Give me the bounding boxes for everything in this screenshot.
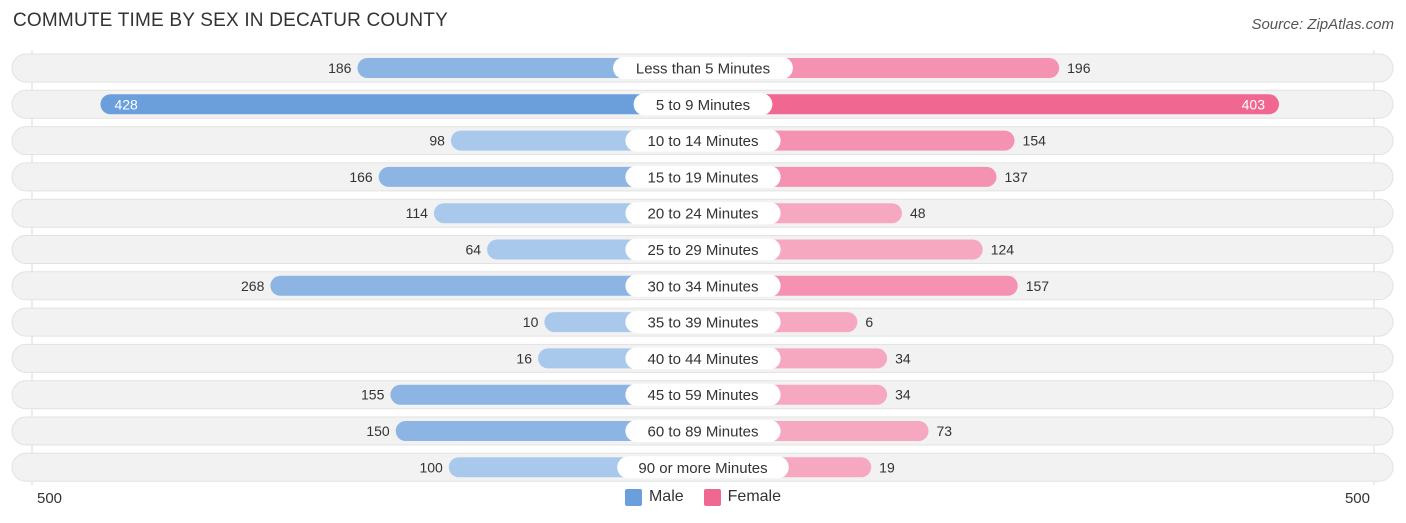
value-label-male: 428: [114, 96, 138, 112]
value-label-female: 48: [910, 205, 926, 221]
value-label-female: 73: [937, 423, 953, 439]
value-label-male: 166: [349, 169, 373, 185]
legend-label-female: Female: [727, 488, 782, 505]
legend-label-male: Male: [648, 488, 684, 505]
value-label-female: 196: [1067, 60, 1091, 76]
value-label-male: 64: [465, 242, 481, 258]
value-label-female: 137: [1004, 169, 1028, 185]
category-label: 90 or more Minutes: [638, 460, 767, 477]
category-label: 35 to 39 Minutes: [648, 315, 759, 332]
value-label-male: 186: [328, 60, 352, 76]
category-label: 20 to 24 Minutes: [648, 206, 759, 223]
value-label-male: 268: [241, 278, 265, 294]
value-label-female: 124: [991, 242, 1015, 258]
value-label-female: 6: [865, 314, 873, 330]
value-label-male: 114: [406, 205, 429, 221]
value-label-female: 157: [1026, 278, 1050, 294]
value-label-female: 34: [895, 350, 911, 366]
value-label-female: 403: [1242, 96, 1266, 112]
category-label: Less than 5 Minutes: [636, 61, 770, 78]
category-label: 25 to 29 Minutes: [648, 242, 759, 259]
value-label-male: 150: [366, 423, 390, 439]
category-label: 15 to 19 Minutes: [648, 169, 759, 186]
legend-item-female[interactable]: Female: [703, 488, 782, 506]
category-label: 5 to 9 Minutes: [656, 97, 750, 114]
legend-item-male[interactable]: Male: [624, 488, 684, 506]
category-label: 30 to 34 Minutes: [648, 278, 759, 295]
chart-svg: 186 196Less than 5 Minutes428 4035 to 9 Mi…: [11, 50, 1394, 485]
value-label-female: 154: [1023, 133, 1047, 149]
value-label-male: 10: [523, 314, 539, 330]
legend-swatch-male: [624, 488, 642, 506]
value-label-male: 100: [419, 459, 443, 475]
category-label: 40 to 44 Minutes: [648, 351, 759, 368]
bar-male: [100, 94, 704, 115]
value-label-male: 16: [516, 350, 532, 366]
legend: Male Female: [0, 488, 1406, 506]
value-label-female: 19: [879, 459, 895, 475]
category-label: 10 to 14 Minutes: [648, 133, 759, 150]
legend-swatch-female: [703, 488, 721, 506]
category-label: 45 to 59 Minutes: [648, 387, 759, 404]
value-label-male: 155: [361, 387, 385, 403]
value-label-male: 98: [429, 133, 445, 149]
value-label-female: 34: [895, 387, 911, 403]
bar-female: [703, 94, 1279, 115]
category-label: 60 to 89 Minutes: [648, 424, 759, 441]
